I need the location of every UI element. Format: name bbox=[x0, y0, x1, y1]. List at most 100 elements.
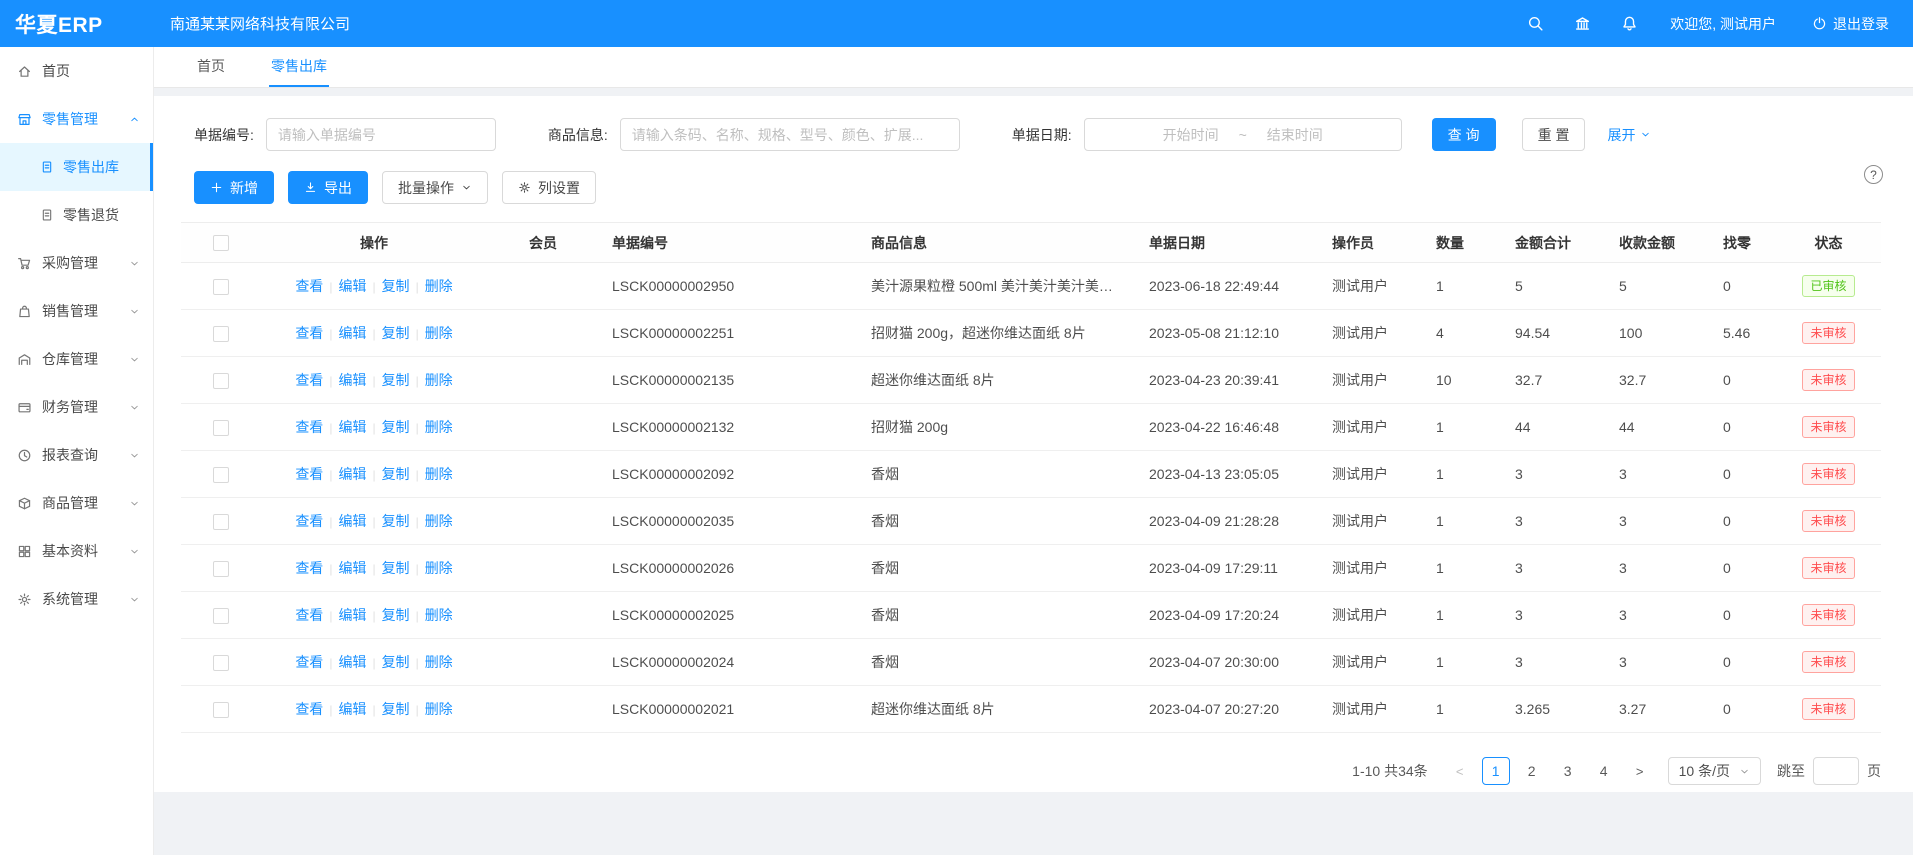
sidebar-item-system[interactable]: 系统管理 bbox=[0, 575, 153, 623]
edit-link[interactable]: 编辑 bbox=[338, 560, 366, 576]
delete-link[interactable]: 删除 bbox=[425, 560, 453, 576]
row-checkbox[interactable] bbox=[213, 514, 229, 530]
copy-link[interactable]: 复制 bbox=[382, 607, 410, 623]
edit-link[interactable]: 编辑 bbox=[338, 701, 366, 717]
row-checkbox[interactable] bbox=[213, 655, 229, 671]
logout-button[interactable]: 退出登录 bbox=[1812, 14, 1889, 34]
next-page-button[interactable]: > bbox=[1626, 757, 1654, 785]
date-start-placeholder[interactable]: 开始时间 bbox=[1163, 125, 1219, 145]
sidebar-item-retail-out[interactable]: 零售出库 bbox=[0, 143, 153, 191]
edit-link[interactable]: 编辑 bbox=[338, 278, 366, 294]
batch-actions-button[interactable]: 批量操作 bbox=[382, 171, 488, 204]
page-button-2[interactable]: 2 bbox=[1518, 757, 1546, 785]
delete-link[interactable]: 删除 bbox=[425, 466, 453, 482]
copy-link[interactable]: 复制 bbox=[382, 325, 410, 341]
view-link[interactable]: 查看 bbox=[295, 419, 323, 435]
pagination: 1-10 共34条 < 1234 > 10 条/页 跳至 页 bbox=[154, 757, 1881, 785]
view-link[interactable]: 查看 bbox=[295, 560, 323, 576]
row-checkbox[interactable] bbox=[213, 561, 229, 577]
view-link[interactable]: 查看 bbox=[295, 654, 323, 670]
row-checkbox[interactable] bbox=[213, 608, 229, 624]
view-link[interactable]: 查看 bbox=[295, 372, 323, 388]
operator-cell: 测试用户 bbox=[1318, 592, 1422, 639]
copy-link[interactable]: 复制 bbox=[382, 560, 410, 576]
view-link[interactable]: 查看 bbox=[295, 466, 323, 482]
product-cell: 超迷你维达面纸 8片 bbox=[857, 686, 1135, 733]
row-checkbox[interactable] bbox=[213, 702, 229, 718]
view-link[interactable]: 查看 bbox=[295, 325, 323, 341]
copy-link[interactable]: 复制 bbox=[382, 701, 410, 717]
product-info-input[interactable] bbox=[620, 118, 960, 151]
view-link[interactable]: 查看 bbox=[295, 513, 323, 529]
copy-link[interactable]: 复制 bbox=[382, 654, 410, 670]
reset-button[interactable]: 重 置 bbox=[1522, 118, 1586, 151]
sidebar-item-purchase[interactable]: 采购管理 bbox=[0, 239, 153, 287]
sidebar-item-retail[interactable]: 零售管理 bbox=[0, 95, 153, 143]
delete-link[interactable]: 删除 bbox=[425, 607, 453, 623]
page-size-select[interactable]: 10 条/页 bbox=[1668, 757, 1761, 785]
view-link[interactable]: 查看 bbox=[295, 607, 323, 623]
add-button[interactable]: 新增 bbox=[194, 171, 274, 204]
expand-link[interactable]: 展开 bbox=[1607, 125, 1651, 145]
copy-link[interactable]: 复制 bbox=[382, 466, 410, 482]
edit-link[interactable]: 编辑 bbox=[338, 654, 366, 670]
delete-link[interactable]: 删除 bbox=[425, 372, 453, 388]
page-button-4[interactable]: 4 bbox=[1590, 757, 1618, 785]
delete-link[interactable]: 删除 bbox=[425, 325, 453, 341]
change-cell: 0 bbox=[1709, 404, 1776, 451]
date-end-placeholder[interactable]: 结束时间 bbox=[1267, 125, 1323, 145]
copy-link[interactable]: 复制 bbox=[382, 419, 410, 435]
bell-icon[interactable] bbox=[1621, 15, 1638, 32]
prev-page-button[interactable]: < bbox=[1446, 757, 1474, 785]
sidebar-item-warehouse[interactable]: 仓库管理 bbox=[0, 335, 153, 383]
edit-link[interactable]: 编辑 bbox=[338, 513, 366, 529]
sidebar-item-sales[interactable]: 销售管理 bbox=[0, 287, 153, 335]
bank-icon[interactable] bbox=[1574, 15, 1591, 32]
date-range-picker[interactable]: 开始时间 ~ 结束时间 bbox=[1084, 118, 1402, 151]
column-settings-button[interactable]: 列设置 bbox=[502, 171, 596, 204]
delete-link[interactable]: 删除 bbox=[425, 513, 453, 529]
edit-link[interactable]: 编辑 bbox=[338, 419, 366, 435]
jump-input[interactable] bbox=[1813, 757, 1859, 785]
page-button-1[interactable]: 1 bbox=[1482, 757, 1510, 785]
page-button-3[interactable]: 3 bbox=[1554, 757, 1582, 785]
row-checkbox[interactable] bbox=[213, 373, 229, 389]
edit-link[interactable]: 编辑 bbox=[338, 372, 366, 388]
received-cell: 44 bbox=[1605, 404, 1709, 451]
action-separator: | bbox=[416, 374, 419, 388]
copy-link[interactable]: 复制 bbox=[382, 513, 410, 529]
tab-retail-out[interactable]: 零售出库 bbox=[269, 47, 329, 87]
delete-link[interactable]: 删除 bbox=[425, 419, 453, 435]
edit-link[interactable]: 编辑 bbox=[338, 466, 366, 482]
sidebar-item-retail-return[interactable]: 零售退货 bbox=[0, 191, 153, 239]
sidebar-item-home[interactable]: 首页 bbox=[0, 47, 153, 95]
delete-link[interactable]: 删除 bbox=[425, 278, 453, 294]
delete-link[interactable]: 删除 bbox=[425, 701, 453, 717]
received-cell: 3 bbox=[1605, 545, 1709, 592]
table-row: 查看|编辑|复制|删除LSCK00000002950美汁源果粒橙 500ml 美… bbox=[181, 263, 1881, 310]
select-all-checkbox[interactable] bbox=[213, 235, 229, 251]
search-icon[interactable] bbox=[1527, 15, 1544, 32]
search-button[interactable]: 查 询 bbox=[1432, 118, 1496, 151]
row-checkbox[interactable] bbox=[213, 326, 229, 342]
sidebar-item-goods[interactable]: 商品管理 bbox=[0, 479, 153, 527]
view-link[interactable]: 查看 bbox=[295, 278, 323, 294]
view-link[interactable]: 查看 bbox=[295, 701, 323, 717]
row-checkbox[interactable] bbox=[213, 279, 229, 295]
bill-no-input[interactable] bbox=[266, 118, 496, 151]
export-button[interactable]: 导出 bbox=[288, 171, 368, 204]
bill-date-label: 单据日期: bbox=[1012, 125, 1072, 145]
row-checkbox[interactable] bbox=[213, 467, 229, 483]
main-area: 首页零售出库 单据编号: 商品信息: 单据日期: 开始时间 ~ 结束时间 查 询… bbox=[154, 47, 1913, 855]
copy-link[interactable]: 复制 bbox=[382, 372, 410, 388]
copy-link[interactable]: 复制 bbox=[382, 278, 410, 294]
help-icon[interactable]: ? bbox=[1864, 165, 1883, 184]
sidebar-item-report[interactable]: 报表查询 bbox=[0, 431, 153, 479]
edit-link[interactable]: 编辑 bbox=[338, 325, 366, 341]
sidebar-item-basedata[interactable]: 基本资料 bbox=[0, 527, 153, 575]
sidebar-item-finance[interactable]: 财务管理 bbox=[0, 383, 153, 431]
row-checkbox[interactable] bbox=[213, 420, 229, 436]
edit-link[interactable]: 编辑 bbox=[338, 607, 366, 623]
tab-home[interactable]: 首页 bbox=[195, 47, 227, 87]
delete-link[interactable]: 删除 bbox=[425, 654, 453, 670]
